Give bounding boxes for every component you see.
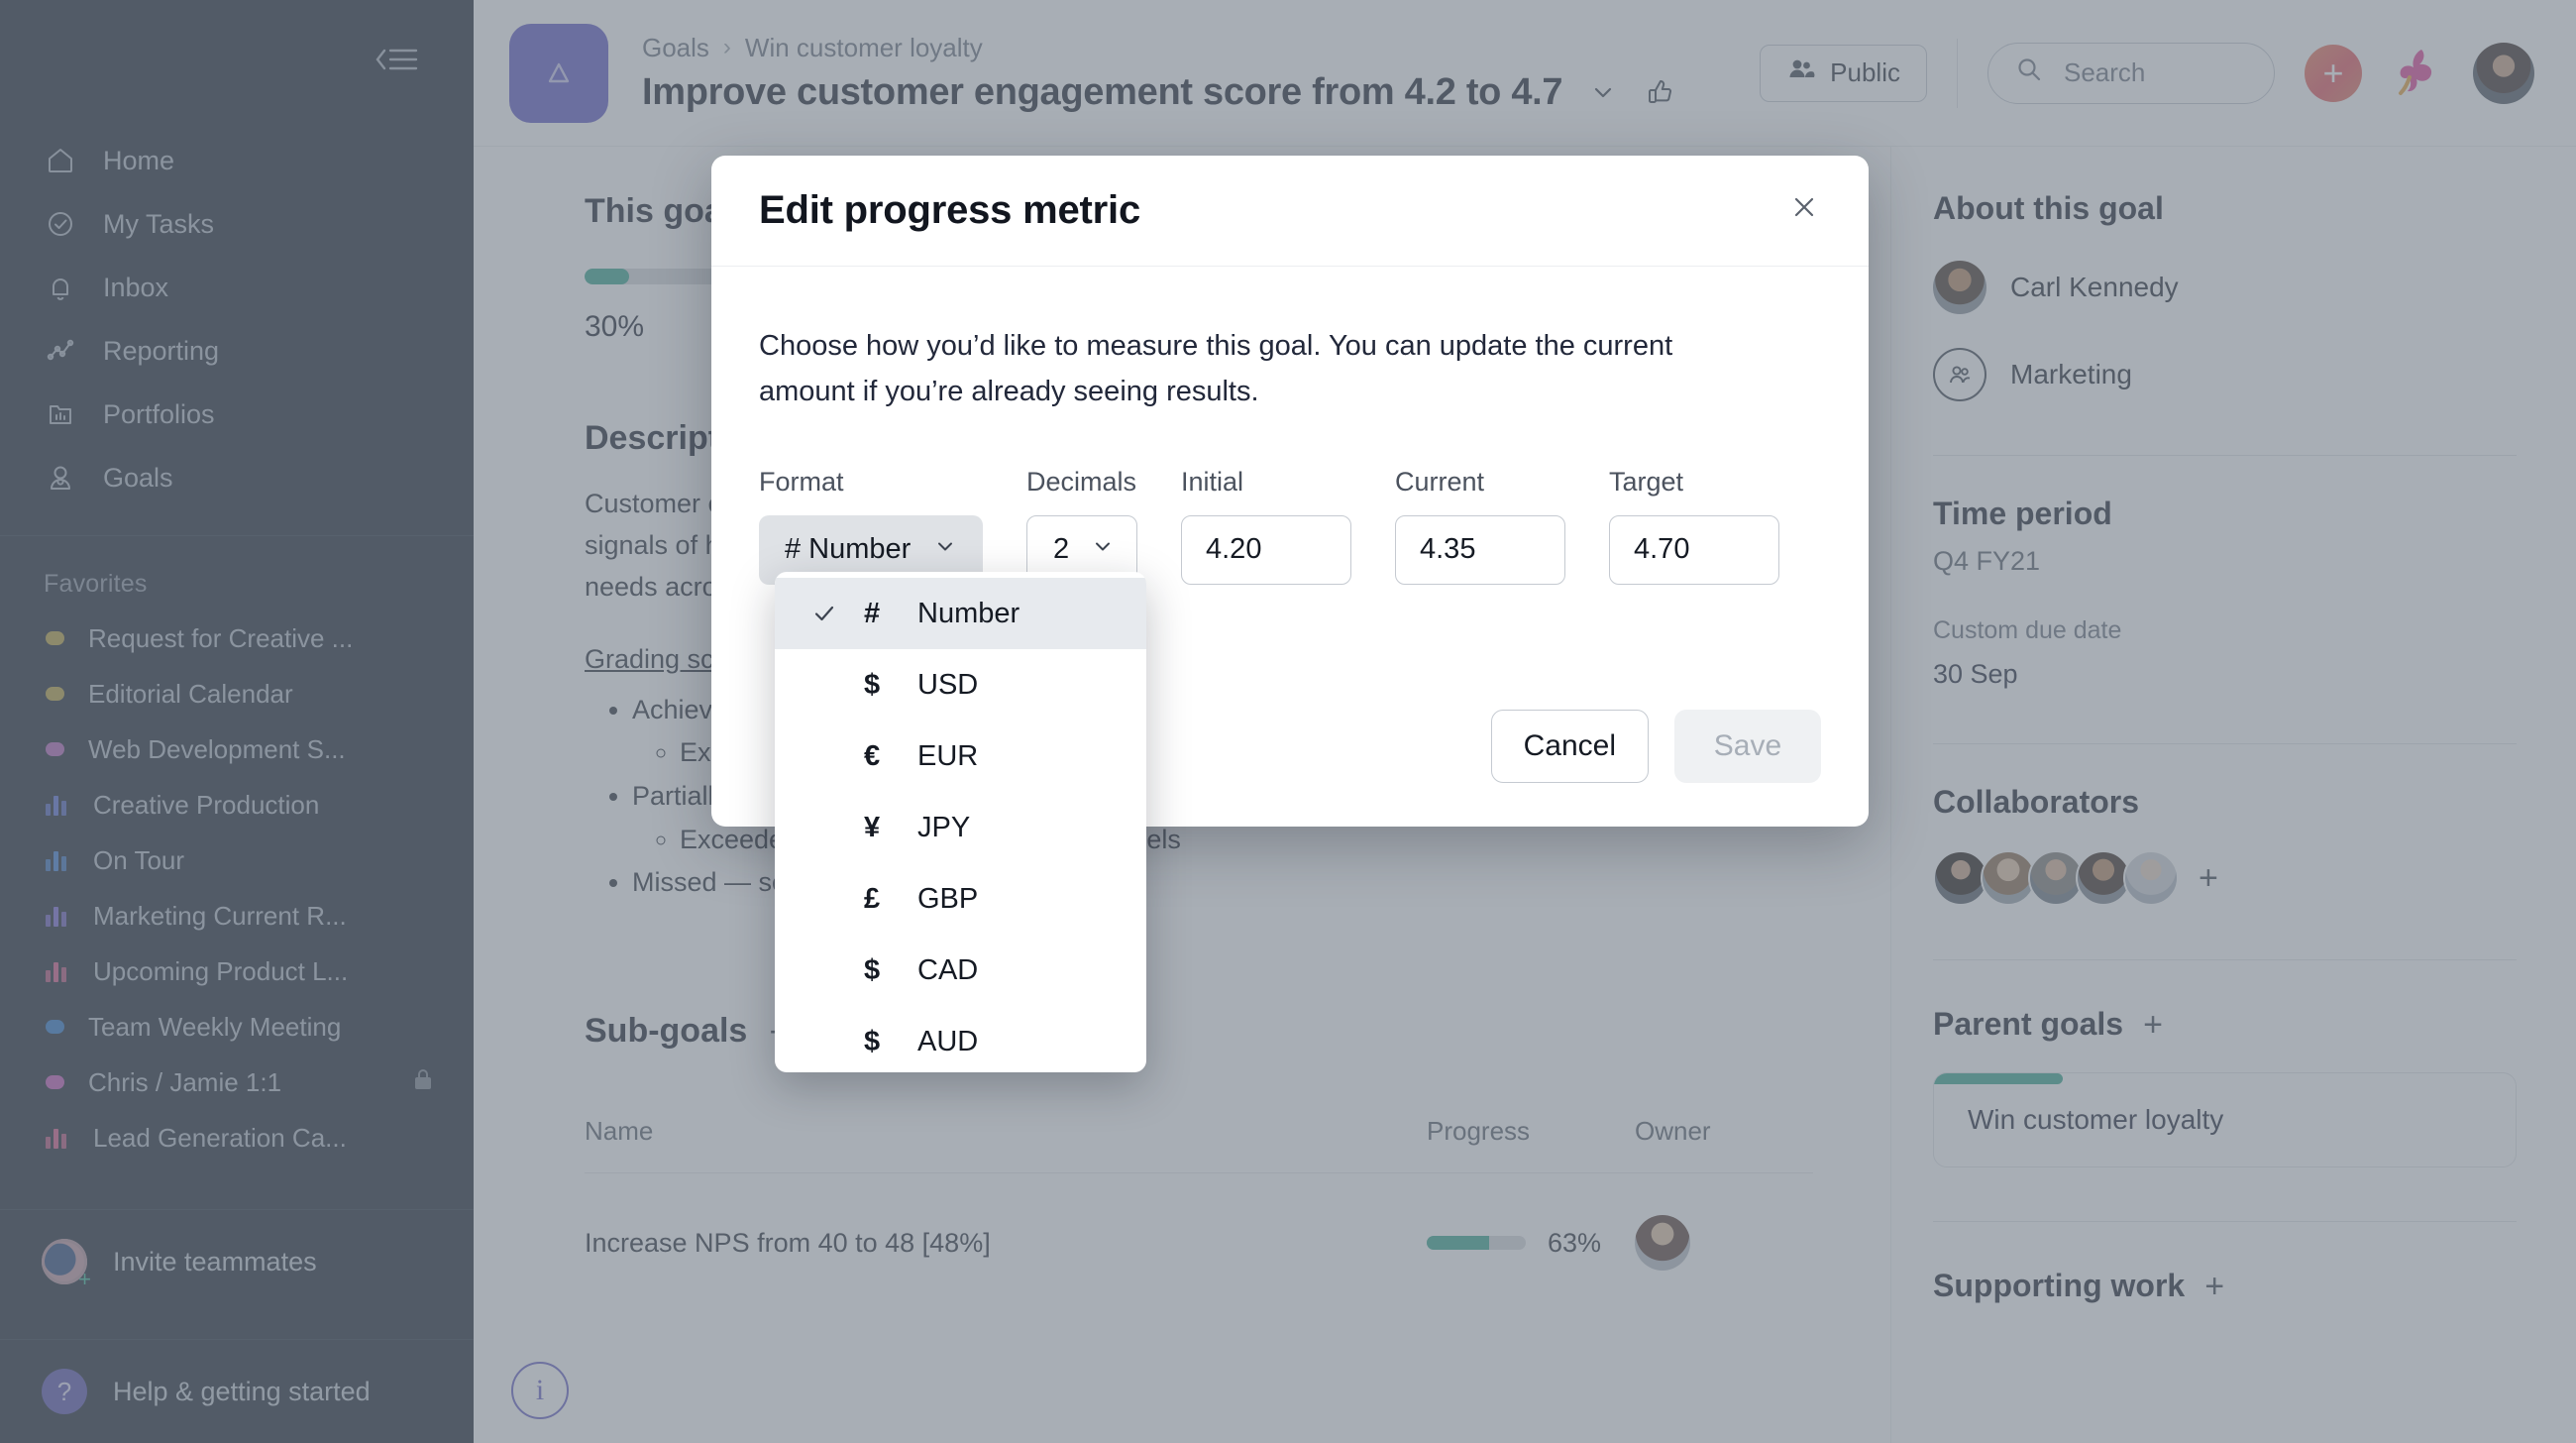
format-option-label: GBP	[917, 882, 979, 915]
format-option-label: USD	[917, 668, 979, 701]
decimals-label: Decimals	[1026, 466, 1137, 497]
current-field: Current 4.35	[1395, 467, 1565, 585]
format-option-usd[interactable]: $ USD	[775, 649, 1146, 721]
initial-label: Initial	[1181, 466, 1244, 497]
currency-symbol: #	[864, 597, 881, 629]
format-option-cad[interactable]: $ CAD	[775, 935, 1146, 1006]
metric-fields: Format # Number Decimals 2 Initial 4.20 …	[759, 467, 1821, 585]
cancel-button[interactable]: Cancel	[1490, 710, 1649, 783]
check-icon	[803, 601, 846, 626]
decimals-select-value: 2	[1053, 533, 1070, 566]
format-option-label: Number	[917, 597, 1020, 629]
format-option-label: EUR	[917, 739, 979, 772]
current-label: Current	[1395, 466, 1485, 497]
currency-symbol: €	[864, 739, 881, 772]
format-dropdown-menu: # Number $ USD € EUR ¥ JPY £ GBP $ CAD $ AUD	[775, 572, 1146, 1072]
close-icon[interactable]	[1787, 190, 1821, 231]
dialog-header: Edit progress metric	[711, 156, 1869, 267]
format-option-number[interactable]: # Number	[775, 578, 1146, 649]
current-value: 4.35	[1420, 533, 1476, 566]
save-button[interactable]: Save	[1674, 710, 1821, 783]
format-field: Format # Number	[759, 467, 983, 585]
format-option-label: AUD	[917, 1025, 979, 1057]
dialog-description: Choose how you’d like to measure this go…	[759, 330, 1673, 407]
format-option-label: CAD	[917, 953, 979, 986]
target-label: Target	[1609, 466, 1684, 497]
decimals-field: Decimals 2	[1026, 467, 1137, 585]
initial-value: 4.20	[1206, 533, 1262, 566]
format-select-value: # Number	[785, 533, 912, 566]
currency-symbol: $	[864, 953, 881, 986]
format-label: Format	[759, 466, 844, 497]
current-input[interactable]: 4.35	[1395, 514, 1565, 585]
currency-symbol: $	[864, 668, 881, 701]
currency-symbol: $	[864, 1025, 881, 1057]
currency-symbol: £	[864, 882, 881, 915]
initial-field: Initial 4.20	[1181, 467, 1351, 585]
initial-input[interactable]: 4.20	[1181, 514, 1351, 585]
format-option-label: JPY	[917, 811, 971, 843]
chevron-down-icon	[933, 533, 957, 566]
format-option-aud[interactable]: $ AUD	[775, 1006, 1146, 1072]
chevron-down-icon	[1091, 533, 1115, 566]
currency-symbol: ¥	[864, 811, 881, 843]
format-option-gbp[interactable]: £ GBP	[775, 863, 1146, 935]
app-root: Home My Tasks Inbox Reporting	[0, 0, 2576, 1443]
target-input[interactable]: 4.70	[1609, 514, 1779, 585]
target-field: Target 4.70	[1609, 467, 1779, 585]
target-value: 4.70	[1634, 533, 1690, 566]
format-option-jpy[interactable]: ¥ JPY	[775, 792, 1146, 863]
dialog-title: Edit progress metric	[759, 188, 1141, 232]
format-option-eur[interactable]: € EUR	[775, 721, 1146, 792]
